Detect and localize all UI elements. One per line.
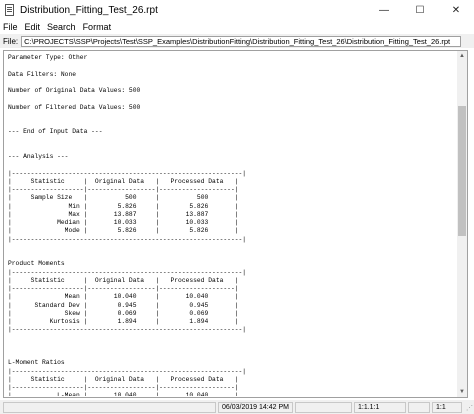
status-bar: 06/03/2019 14:42 PM 1:1.1:1 1:1 ⋰ [0, 400, 474, 414]
report-line: |-------------------|------------------|… [8, 186, 239, 193]
status-zoom: 1:1 [432, 402, 462, 413]
status-empty [3, 402, 216, 413]
menu-file[interactable]: File [2, 22, 19, 32]
report-line: | Statistic | Original Data | Processed … [8, 375, 239, 383]
report-line: Product Moments [8, 260, 65, 268]
report-line: --- Analysis --- [8, 153, 69, 160]
report-line: |---------------------------------------… [8, 367, 247, 375]
report-line: | Standard Dev | 0.945 | 0.945 | [8, 301, 239, 309]
report-line: |---------------------------------------… [8, 169, 247, 177]
report-line: | L-Mean | 10.040 | 10.040 | [8, 392, 239, 396]
status-empty-2 [295, 402, 352, 413]
report-line [8, 62, 456, 70]
window-controls: — ☐ ✕ [366, 0, 474, 20]
report-line: | Sample Size | 500 | 500 | [8, 194, 239, 202]
report-line [8, 335, 456, 343]
report-line: Number of Original Data Values: 500 [8, 87, 141, 94]
report-line [8, 145, 456, 153]
report-line: | Statistic | Original Data | Processed … [8, 276, 239, 284]
report-text[interactable]: Parameter Type: Other Data Filters: None N… [8, 54, 456, 396]
report-line [8, 351, 456, 359]
report-line: Number of Filtered Data Values: 500 [8, 103, 141, 111]
file-path-bar: File: C:\PROJECTS\SSP\Projects\Test\SSP_… [0, 34, 474, 48]
report-line: Data Filters: None [8, 70, 77, 78]
close-button[interactable]: ✕ [438, 0, 474, 20]
status-position: 1:1.1:1 [354, 402, 406, 413]
title-bar: Distribution_Fitting_Test_26.rpt — ☐ ✕ [0, 0, 474, 20]
report-line [8, 95, 456, 103]
report-line: |---------------------------------------… [8, 326, 247, 334]
window-title: Distribution_Fitting_Test_26.rpt [20, 4, 158, 16]
report-view[interactable]: Parameter Type: Other Data Filters: None N… [3, 50, 468, 398]
report-line: |---------------------------------------… [8, 235, 247, 243]
report-line: L-Moment Ratios [8, 359, 65, 367]
report-line: --- End of Input Data --- [8, 128, 103, 136]
report-line: | Mean | 10.040 | 10.040 | [8, 293, 239, 301]
report-line: | Kurtosis | 1.894 | 1.894 | [8, 318, 239, 325]
file-label: File: [3, 36, 19, 46]
report-line [8, 244, 456, 252]
report-line: |---------------------------------------… [8, 268, 247, 276]
minimize-button[interactable]: — [366, 0, 402, 20]
scroll-down-icon[interactable]: ▼ [457, 387, 467, 397]
report-line [8, 79, 456, 87]
report-line: |-------------------|------------------|… [8, 285, 239, 292]
menu-bar: File Edit Search Format [0, 20, 474, 34]
scrollbar-thumb[interactable] [458, 106, 466, 236]
resize-grip-icon[interactable]: ⋰ [465, 405, 473, 413]
report-line: | Skew | 0.069 | 0.069 | [8, 309, 239, 317]
report-line: |-------------------|------------------|… [8, 384, 239, 391]
report-line [8, 252, 456, 260]
report-line: | Mode | 5.826 | 5.826 | [8, 227, 239, 235]
menu-format[interactable]: Format [82, 22, 113, 32]
report-line [8, 161, 456, 169]
document-icon [4, 4, 16, 16]
vertical-scrollbar[interactable]: ▲ ▼ [457, 51, 467, 397]
report-line: | Median | 10.033 | 10.033 | [8, 219, 239, 226]
report-line [8, 120, 456, 128]
status-datetime: 06/03/2019 14:42 PM [218, 402, 293, 413]
menu-edit[interactable]: Edit [24, 22, 42, 32]
report-line [8, 137, 456, 145]
report-line [8, 112, 456, 120]
report-line: | Statistic | Original Data | Processed … [8, 177, 239, 185]
file-path-field[interactable]: C:\PROJECTS\SSP\Projects\Test\SSP_Exampl… [21, 35, 462, 47]
menu-search[interactable]: Search [46, 22, 77, 32]
report-line [8, 343, 456, 351]
report-line: Parameter Type: Other [8, 54, 88, 61]
status-empty-3 [408, 402, 430, 413]
maximize-button[interactable]: ☐ [402, 0, 438, 20]
scroll-up-icon[interactable]: ▲ [457, 51, 467, 61]
report-line: | Min | 5.826 | 5.826 | [8, 202, 239, 210]
report-line: | Max | 13.887 | 13.887 | [8, 210, 239, 218]
